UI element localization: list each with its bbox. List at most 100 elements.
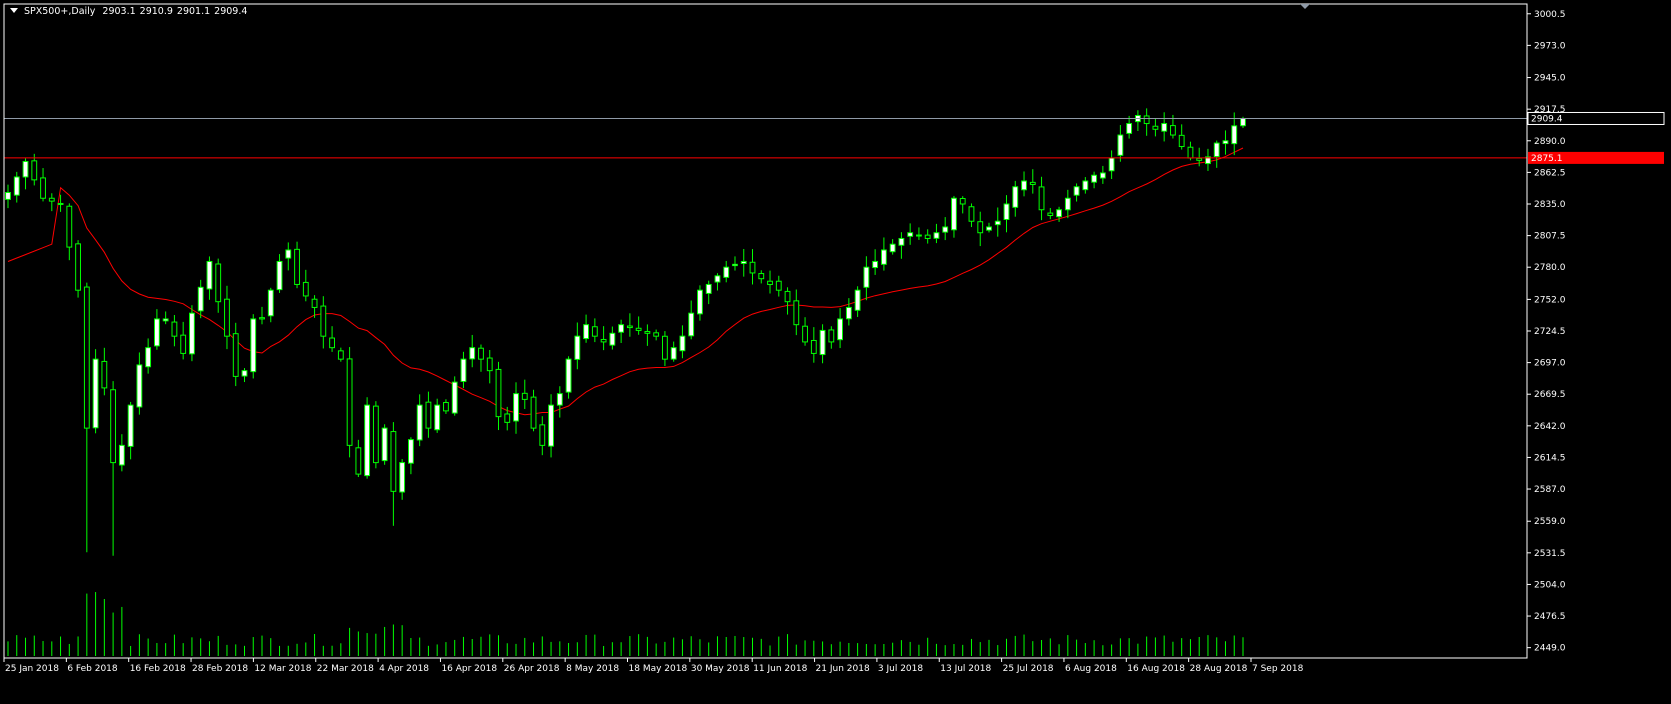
candle-body[interactable] bbox=[57, 202, 64, 205]
candle-body[interactable] bbox=[828, 329, 835, 343]
candle-body[interactable] bbox=[1012, 186, 1019, 208]
candle-body[interactable] bbox=[469, 347, 476, 360]
candle-body[interactable] bbox=[145, 347, 152, 368]
candle-body[interactable] bbox=[872, 260, 879, 269]
price-chart-svg[interactable]: 2875.1 2909.4 3000.5 2973.0 2945.0 2917.5 289… bbox=[0, 0, 1671, 704]
candle-body[interactable] bbox=[959, 198, 966, 205]
candle-body[interactable] bbox=[977, 221, 984, 234]
candle-body[interactable] bbox=[556, 393, 563, 406]
candle-body[interactable] bbox=[898, 237, 905, 246]
candle-body[interactable] bbox=[267, 289, 274, 317]
candle-body[interactable] bbox=[697, 289, 703, 315]
candle-body[interactable] bbox=[1099, 172, 1106, 179]
candle-body[interactable] bbox=[1213, 142, 1220, 158]
candle-body[interactable] bbox=[810, 339, 817, 354]
candle-body[interactable] bbox=[1091, 174, 1098, 183]
candle-body[interactable] bbox=[180, 334, 187, 354]
candle-body[interactable] bbox=[819, 329, 826, 356]
candle-body[interactable] bbox=[232, 333, 239, 377]
candle-body[interactable] bbox=[390, 431, 397, 492]
candle-body[interactable] bbox=[626, 325, 633, 329]
candle-body[interactable] bbox=[101, 360, 108, 389]
candle-body[interactable] bbox=[434, 404, 441, 431]
candle-body[interactable] bbox=[241, 370, 248, 377]
candle-body[interactable] bbox=[1161, 123, 1168, 132]
candle-body[interactable] bbox=[276, 260, 283, 291]
candle-body[interactable] bbox=[793, 300, 800, 326]
candle-body[interactable] bbox=[504, 413, 511, 423]
candle-body[interactable] bbox=[1152, 125, 1159, 130]
candle-body[interactable] bbox=[916, 234, 922, 237]
candle-body[interactable] bbox=[48, 197, 55, 202]
candle-body[interactable] bbox=[749, 261, 756, 274]
candle-body[interactable] bbox=[1056, 209, 1062, 218]
candle-body[interactable] bbox=[670, 347, 677, 360]
candle-body[interactable] bbox=[215, 263, 222, 303]
candle-body[interactable] bbox=[110, 389, 117, 464]
candle-body[interactable] bbox=[521, 392, 528, 400]
candle-body[interactable] bbox=[530, 396, 537, 429]
candle-body[interactable] bbox=[705, 283, 712, 294]
candle-body[interactable] bbox=[451, 381, 458, 414]
candle-body[interactable] bbox=[407, 439, 414, 464]
candle-body[interactable] bbox=[495, 368, 502, 418]
candle-body[interactable] bbox=[486, 357, 493, 372]
candle-body[interactable] bbox=[1047, 212, 1054, 216]
candle-body[interactable] bbox=[399, 462, 406, 493]
candle-body[interactable] bbox=[513, 393, 519, 422]
candle-body[interactable] bbox=[986, 226, 992, 231]
candle-body[interactable] bbox=[40, 177, 46, 199]
chart-shift-marker-icon[interactable] bbox=[1300, 4, 1310, 9]
candle-body[interactable] bbox=[994, 220, 1001, 226]
candle-body[interactable] bbox=[591, 326, 598, 337]
candle-body[interactable] bbox=[863, 266, 870, 288]
candle-body[interactable] bbox=[381, 427, 388, 462]
candle-body[interactable] bbox=[416, 404, 423, 441]
candle-body[interactable] bbox=[837, 318, 844, 341]
candle-body[interactable] bbox=[224, 298, 230, 337]
candle-body[interactable] bbox=[75, 243, 81, 291]
candle-body[interactable] bbox=[1064, 197, 1071, 211]
candle-body[interactable] bbox=[662, 335, 668, 360]
candle-body[interactable] bbox=[740, 260, 747, 264]
candle-body[interactable] bbox=[355, 447, 362, 475]
candle-body[interactable] bbox=[92, 358, 99, 429]
candle-body[interactable] bbox=[171, 321, 178, 337]
candle-body[interactable] bbox=[714, 275, 721, 283]
candle-body[interactable] bbox=[539, 424, 546, 446]
candle-body[interactable] bbox=[206, 260, 213, 290]
candle-body[interactable] bbox=[250, 318, 257, 373]
candle-body[interactable] bbox=[907, 232, 914, 237]
candle-body[interactable] bbox=[13, 176, 20, 196]
candle-body[interactable] bbox=[285, 249, 292, 259]
candle-body[interactable] bbox=[845, 306, 852, 320]
candle-body[interactable] bbox=[854, 289, 861, 311]
candle-body[interactable] bbox=[346, 358, 353, 446]
chart-header[interactable]: SPX500+,Daily 2903.1 2910.9 2901.1 2909.4 bbox=[10, 6, 247, 17]
candle-body[interactable] bbox=[1038, 186, 1045, 211]
candle-body[interactable] bbox=[679, 335, 686, 352]
candle-body[interactable] bbox=[802, 325, 808, 343]
candle-body[interactable] bbox=[635, 327, 642, 331]
candle-body[interactable] bbox=[880, 249, 887, 265]
candle-body[interactable] bbox=[162, 318, 169, 322]
candle-body[interactable] bbox=[574, 335, 581, 360]
chart-area[interactable]: 2875.1 2909.4 3000.5 2973.0 2945.0 2917.5 289… bbox=[0, 0, 1671, 704]
candle-body[interactable] bbox=[31, 160, 38, 181]
candle-body[interactable] bbox=[197, 286, 204, 312]
candle-body[interactable] bbox=[1231, 125, 1238, 145]
candle-body[interactable] bbox=[66, 205, 73, 248]
candle-body[interactable] bbox=[460, 358, 467, 382]
candle-body[interactable] bbox=[1143, 115, 1150, 125]
candle-body[interactable] bbox=[548, 404, 554, 447]
candle-body[interactable] bbox=[372, 405, 379, 464]
candle-body[interactable] bbox=[1178, 134, 1185, 148]
candle-body[interactable] bbox=[951, 197, 957, 231]
candle-body[interactable] bbox=[1003, 203, 1010, 221]
candle-body[interactable] bbox=[127, 404, 134, 447]
candle-body[interactable] bbox=[320, 305, 327, 337]
dropdown-arrow-icon[interactable] bbox=[10, 8, 18, 13]
candle-body[interactable] bbox=[600, 338, 607, 343]
candle-body[interactable] bbox=[5, 191, 11, 200]
candle-body[interactable] bbox=[723, 266, 730, 278]
